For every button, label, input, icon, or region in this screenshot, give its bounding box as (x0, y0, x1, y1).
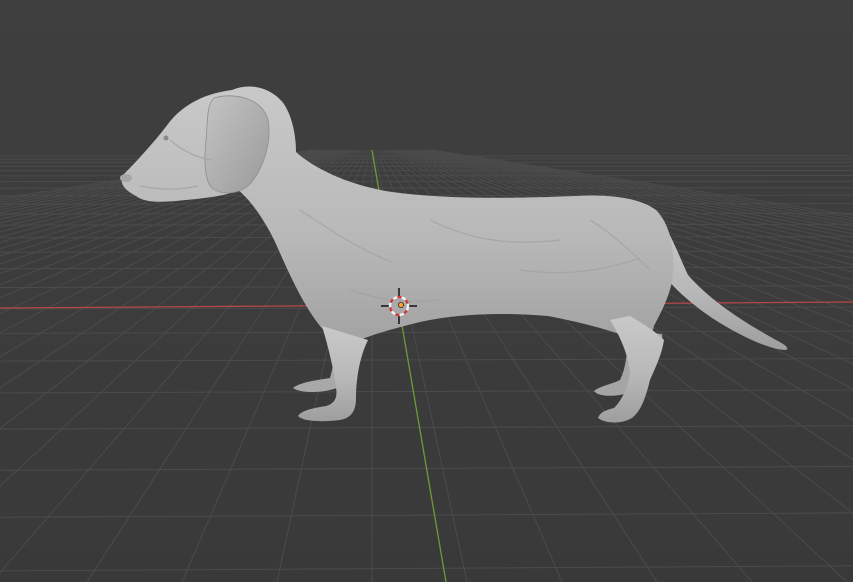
dog-eye (163, 135, 169, 141)
object-origin-icon (397, 301, 404, 308)
dog-nose (120, 174, 132, 182)
3d-viewport[interactable] (0, 0, 853, 582)
viewport-canvas[interactable] (0, 0, 853, 582)
